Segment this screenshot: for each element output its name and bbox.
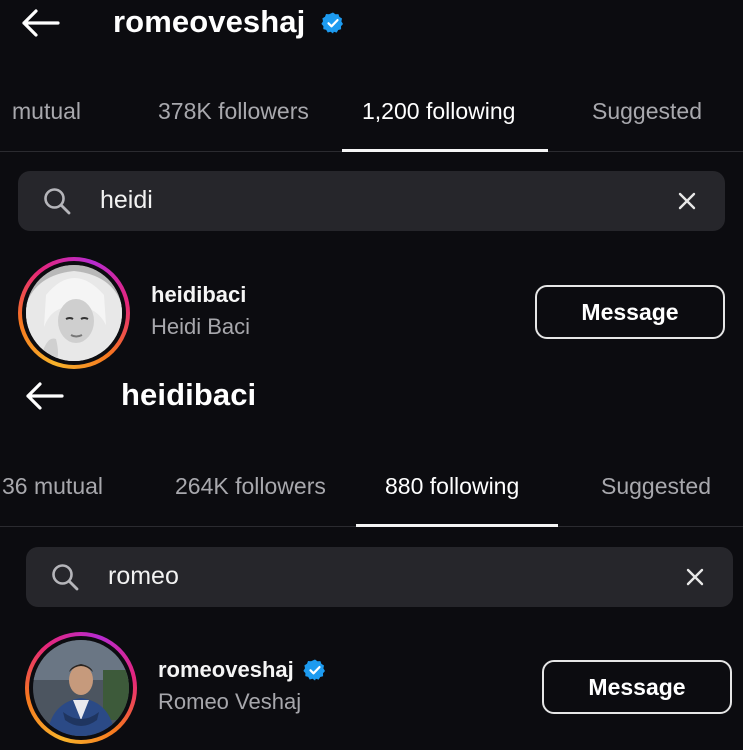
back-arrow-icon[interactable]: [22, 379, 66, 413]
message-button[interactable]: Message: [535, 285, 725, 339]
search-bar[interactable]: heidi: [18, 171, 725, 231]
username[interactable]: romeoveshaj: [158, 657, 294, 683]
username[interactable]: heidibaci: [151, 282, 246, 308]
search-icon: [44, 188, 71, 215]
tab-following[interactable]: 1,200 following: [362, 98, 515, 125]
close-icon[interactable]: [673, 187, 701, 215]
avatar[interactable]: [18, 257, 130, 369]
tab-followers[interactable]: 378K followers: [158, 98, 309, 125]
avatar-photo: [26, 265, 122, 361]
header: heidibaci: [0, 375, 743, 427]
search-input[interactable]: heidi: [100, 186, 153, 215]
avatar-photo: [33, 640, 129, 736]
back-arrow-icon[interactable]: [18, 6, 62, 40]
list-item[interactable]: romeoveshaj Romeo Veshaj Message: [0, 630, 743, 744]
close-icon[interactable]: [681, 563, 709, 591]
header: romeoveshaj: [0, 0, 743, 52]
search-input[interactable]: romeo: [108, 562, 179, 591]
list-item[interactable]: heidibaci Heidi Baci Message: [0, 255, 743, 369]
verified-badge-icon: [321, 12, 343, 34]
page-title: heidibaci: [121, 377, 257, 412]
tab-bar: mutual 378K followers 1,200 following Su…: [0, 84, 743, 152]
tab-suggested[interactable]: Suggested: [601, 473, 711, 500]
search-icon: [52, 564, 79, 591]
avatar[interactable]: [25, 632, 137, 744]
tab-suggested[interactable]: Suggested: [592, 98, 702, 125]
following-panel-heidibaci: heidibaci 36 mutual 264K followers 880 f…: [0, 375, 743, 750]
page-title: romeoveshaj: [113, 4, 306, 39]
tab-followers[interactable]: 264K followers: [175, 473, 326, 500]
message-button[interactable]: Message: [542, 660, 732, 714]
following-panel-romeoveshaj: romeoveshaj mutual 378K followers 1,200 …: [0, 0, 743, 375]
full-name: Romeo Veshaj: [158, 689, 302, 714]
tab-following[interactable]: 880 following: [385, 473, 519, 500]
full-name: Heidi Baci: [151, 314, 251, 339]
active-tab-indicator: [356, 524, 558, 527]
tab-mutual[interactable]: 36 mutual: [2, 473, 103, 500]
tab-bar: 36 mutual 264K followers 880 following S…: [0, 459, 743, 527]
search-bar[interactable]: romeo: [26, 547, 733, 607]
tab-mutual[interactable]: mutual: [12, 98, 81, 125]
verified-badge-icon: [303, 659, 325, 681]
active-tab-indicator: [342, 149, 548, 152]
